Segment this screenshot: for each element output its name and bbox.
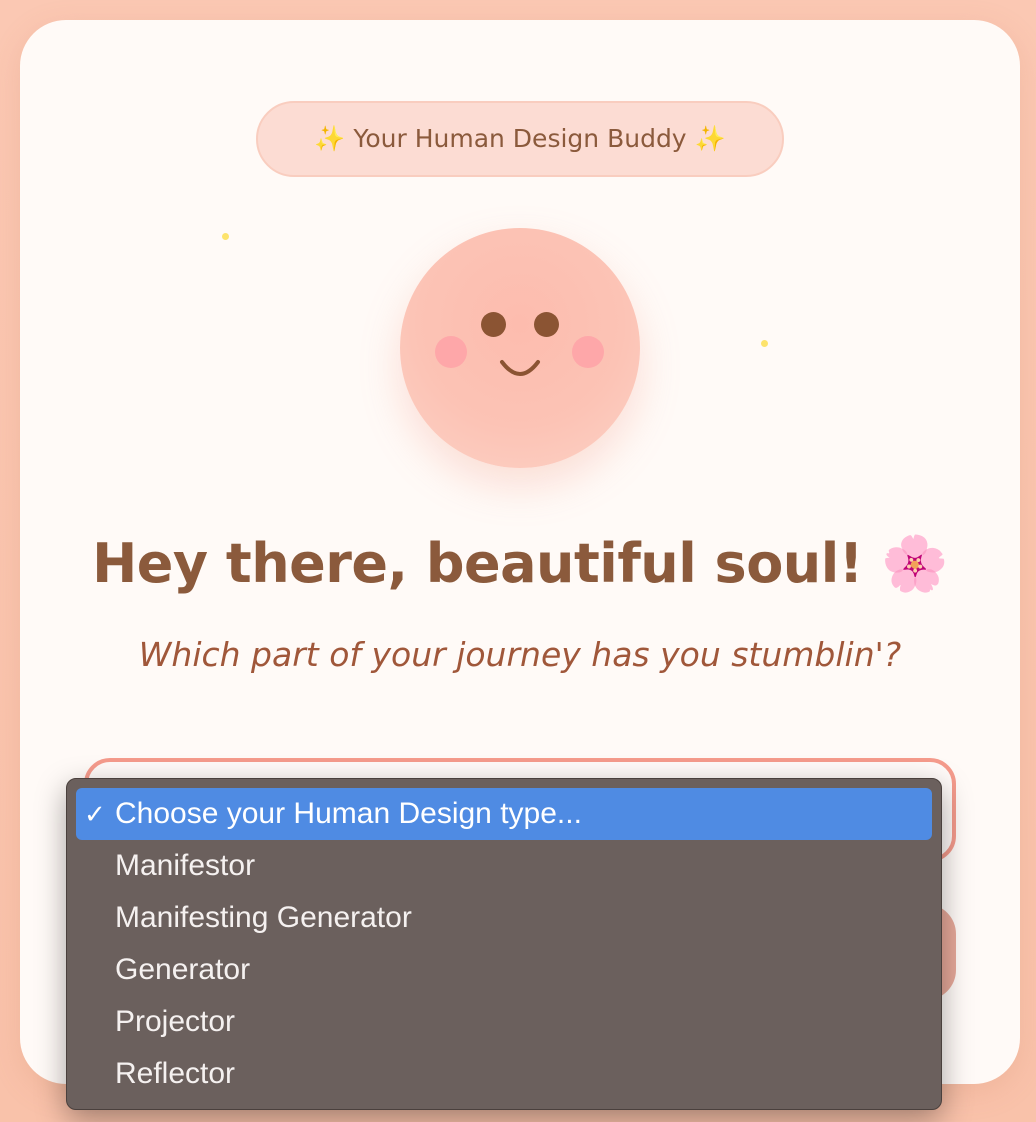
buddy-badge: ✨ Your Human Design Buddy ✨ [256,101,784,177]
checkmark-icon: ✓ [84,799,106,829]
option-label: Manifesting Generator [115,901,412,934]
option-projector[interactable]: Projector [76,996,932,1048]
right-cheek [572,336,604,368]
page-title: Hey there, beautiful soul! 🌸 [92,532,948,595]
option-choose-type[interactable]: ✓ Choose your Human Design type... [76,788,932,840]
option-reflector[interactable]: Reflector [76,1048,932,1100]
type-dropdown-menu: ✓ Choose your Human Design type... Manif… [66,778,942,1110]
right-eye [534,312,559,337]
smiling-face-icon [400,228,640,468]
sparkle-dot-icon [222,233,229,240]
left-cheek [435,336,467,368]
option-label: Choose your Human Design type... [115,797,582,830]
option-label: Manifestor [115,849,256,882]
option-label: Generator [115,953,251,986]
page-subtitle: Which part of your journey has you stumb… [138,635,902,674]
option-generator[interactable]: Generator [76,944,932,996]
option-label: Reflector [115,1057,236,1090]
buddy-badge-label: ✨ Your Human Design Buddy ✨ [314,124,726,153]
smile-mouth [500,360,540,376]
option-manifesting-generator[interactable]: Manifesting Generator [76,892,932,944]
option-label: Projector [115,1005,236,1038]
sparkle-dot-icon [761,340,768,347]
option-manifestor[interactable]: Manifestor [76,840,932,892]
left-eye [481,312,506,337]
